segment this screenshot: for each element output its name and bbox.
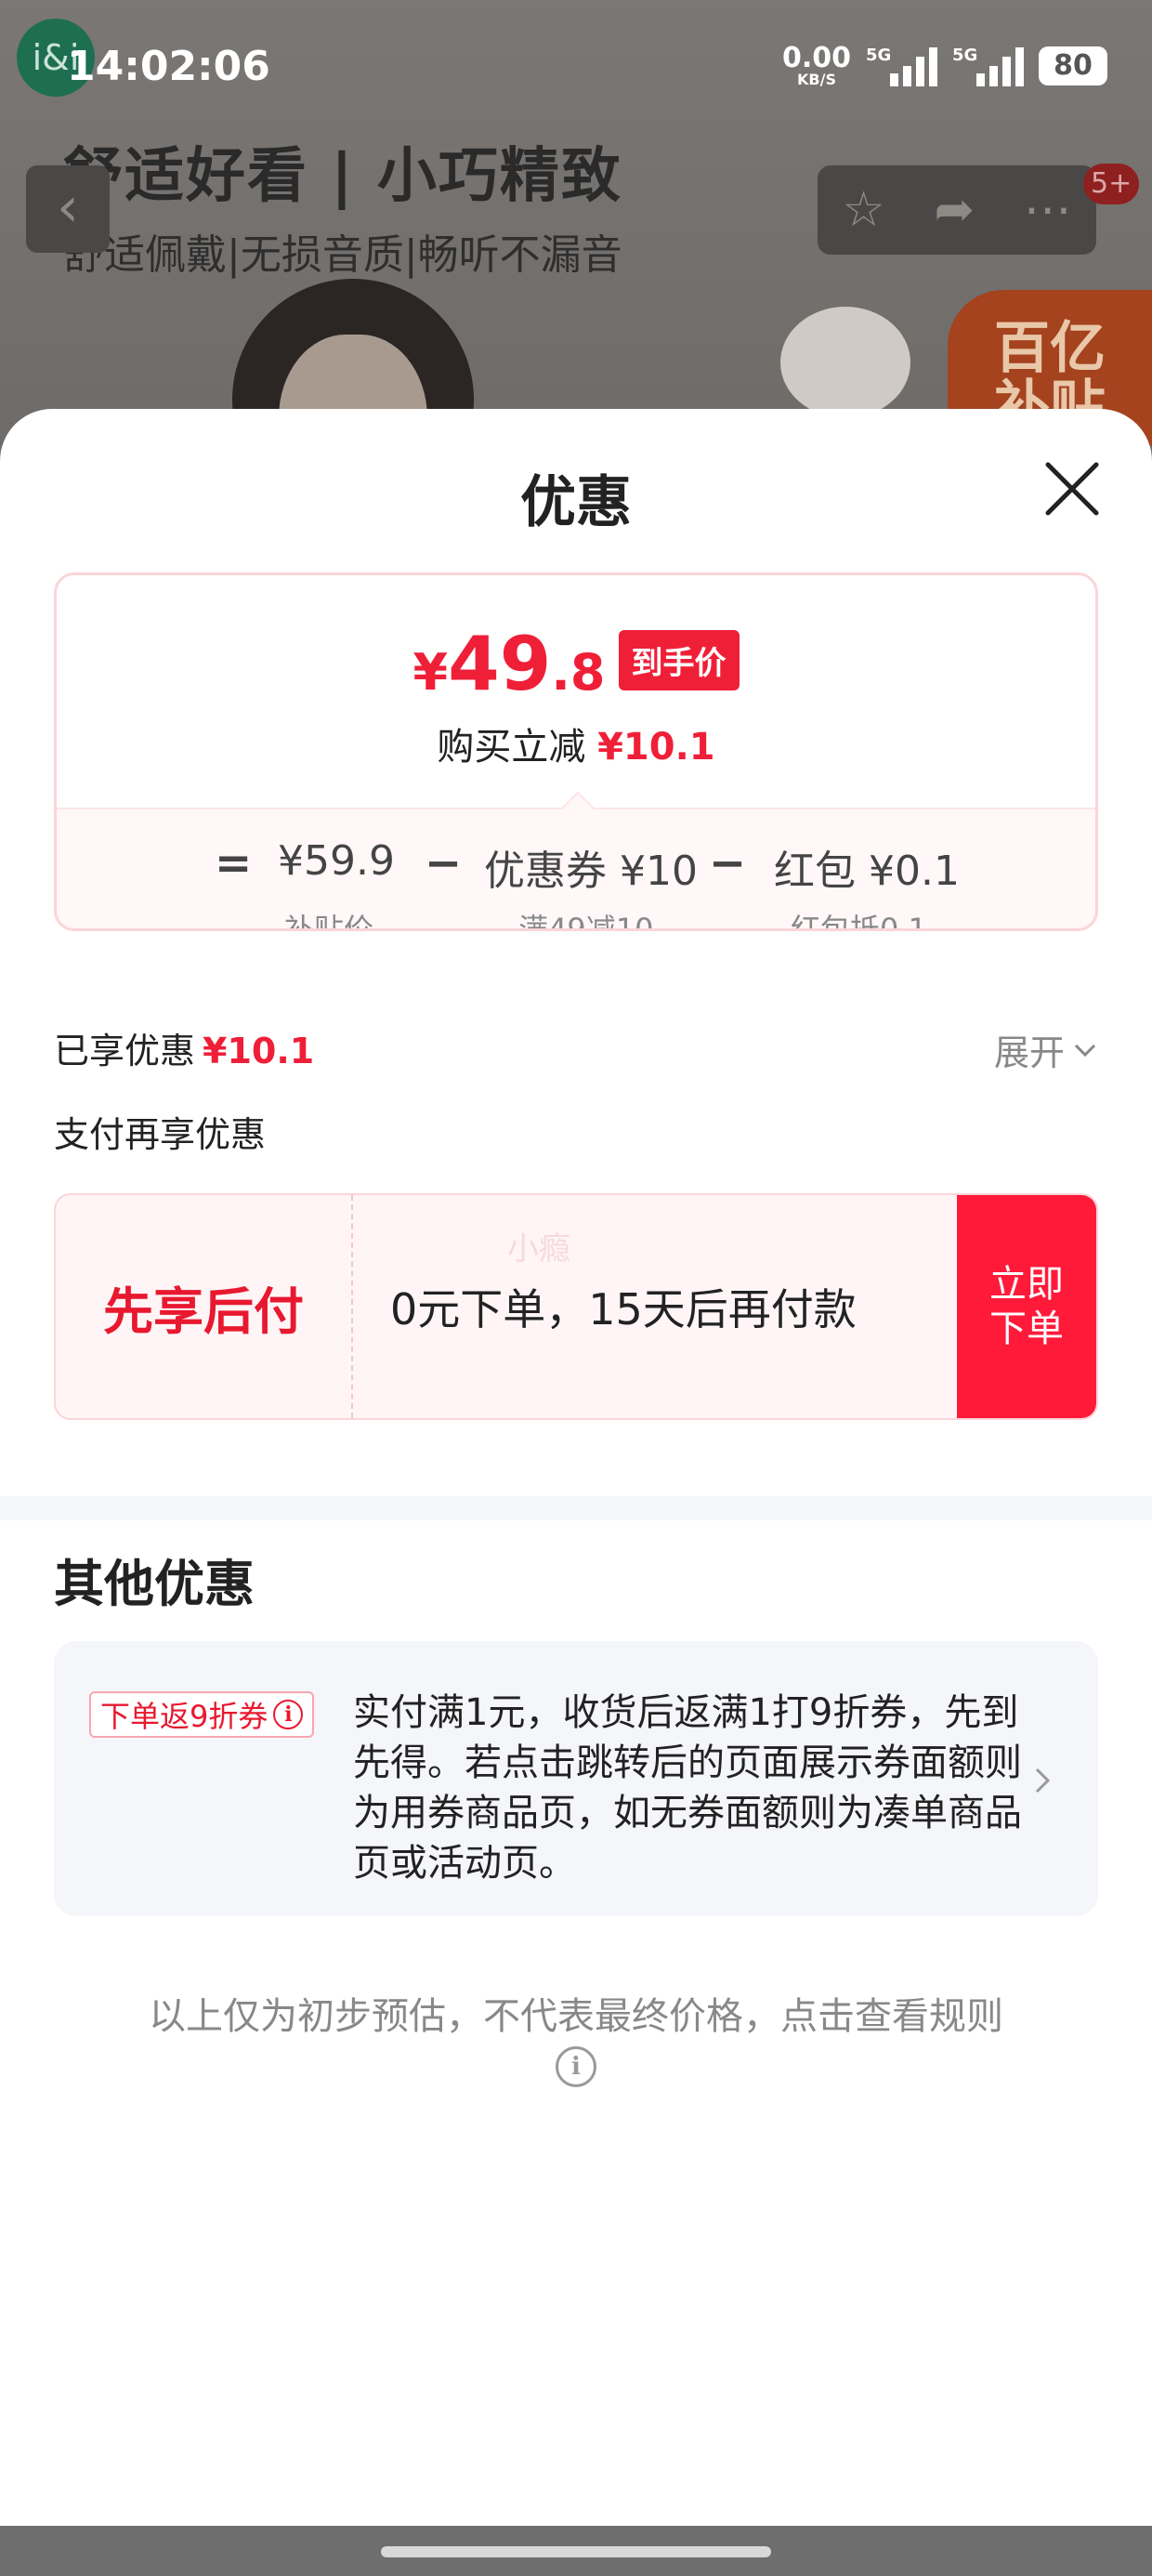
enjoyed-discount-label: 已享优惠 [54,1031,196,1071]
order-now-label: 立即 下单 [989,1263,1064,1350]
home-gesture-handle[interactable] [381,2546,771,2557]
signal-icon-sim2: 5G [952,46,1024,86]
coupon-label: 满49减10 [518,912,654,931]
info-icon[interactable]: i [273,1700,304,1729]
subsidy-price-label: 补贴价 [284,912,374,931]
buy-now-pay-later-card[interactable]: 先享后付 小瘾 0元下单，15天后再付款 立即 下单 [54,1193,1098,1420]
sim2-label: 5G [952,46,978,65]
bnpl-desc-text: 0元下单，15天后再付款 [390,1284,857,1334]
chevron-right-icon [1035,1768,1051,1794]
final-price-card: ¥49.8 到手价 购买立减 ¥10.1 = ¥59.9 补贴价 − 优惠券 ¥… [54,572,1098,931]
final-price-tag: 到手价 [618,630,740,690]
section-divider [0,1496,1152,1520]
status-bar: 14:02:06 0.00 KB/S 5G 5G 80 [0,0,1152,139]
rebate-coupon-chip[interactable]: 下单返9折券 i [89,1691,315,1738]
other-discounts-title: 其他优惠 [54,1555,255,1613]
earbud-image [780,307,910,418]
equals-sign: = [215,837,253,889]
status-time: 14:02:06 [67,43,270,90]
sheet-title: 优惠 [520,470,632,535]
star-icon[interactable]: ☆ [842,182,885,238]
subsidy-price-value: ¥59.9 [278,837,395,885]
minus-sign: − [425,837,463,889]
red-packet-label: 红包抵0.1 [791,912,927,931]
coupon-value: 优惠券 ¥10 [484,848,698,895]
price-disclaimer[interactable]: 以上仅为初步预估，不代表最终价格，点击查看规则 [0,1989,1152,2044]
page-toolbar: ☆ ➦ ⋯ [818,165,1096,255]
signal-icon-sim1: 5G [866,46,937,86]
instant-reduction-value: ¥10.1 [597,726,715,769]
share-icon[interactable]: ➦ [935,182,975,238]
minus-sign: − [709,837,747,889]
rebate-coupon-card[interactable]: 下单返9折券 i 实付满1元，收货后返满1打9折券，先到先得。若点击跳转后的页面… [54,1641,1098,1916]
final-price-summary: ¥49.8 到手价 购买立减 ¥10.1 [57,575,1095,808]
rebate-coupon-text: 实付满1元，收货后返满1打9折券，先到先得。若点击跳转后的页面展示券面额则为用券… [353,1691,1022,1885]
instant-reduction-label: 购买立减 [437,726,586,769]
close-icon[interactable] [1039,455,1106,522]
final-price: ¥49.8 [412,621,606,707]
bnpl-title: 先享后付 [56,1195,353,1418]
expand-button[interactable]: 展开 [994,1024,1098,1075]
expand-label: 展开 [993,1032,1065,1073]
red-packet-value: 红包 ¥0.1 [774,848,960,895]
enjoyed-discount-value: ¥10.1 [203,1031,315,1071]
price-breakdown: = ¥59.9 补贴价 − 优惠券 ¥10 满49减10 − 红包 ¥0.1 红… [57,791,1095,931]
chevron-down-icon [1074,1044,1096,1057]
status-indicators: 0.00 KB/S 5G 5G 80 [782,45,1107,87]
order-now-button[interactable]: 立即 下单 [957,1195,1096,1418]
info-icon[interactable]: i [556,2046,596,2087]
discount-sheet: 优惠 ¥49.8 到手价 购买立减 ¥10.1 = ¥59.9 补贴价 − 优惠… [0,409,1152,2526]
cart-count-badge: 5+ [1083,164,1140,204]
rebate-coupon-chip-label: 下单返9折券 [100,1699,268,1734]
network-speed-value: 0.00 [781,42,851,74]
battery-icon: 80 [1039,46,1107,85]
sim1-label: 5G [866,46,892,65]
product-headline: 舒适好看 | 小巧精致 [63,142,622,211]
back-button[interactable]: ‹ [26,165,110,253]
pay-again-title: 支付再享优惠 [54,1114,267,1155]
system-navigation-bar [0,2526,1152,2576]
network-speed: 0.00 KB/S [782,45,851,87]
bnpl-description: 小瘾 0元下单，15天后再付款 [353,1195,957,1418]
instant-reduction: 购买立减 ¥10.1 [57,716,1095,770]
enjoyed-discount: 已享优惠 ¥10.1 [54,1022,314,1073]
chevron-left-icon: ‹ [57,175,79,240]
product-subline: 舒适佩戴|无损音质|畅听不漏音 [63,231,622,279]
more-icon[interactable]: ⋯ [1024,182,1072,238]
network-speed-unit: KB/S [797,71,836,88]
bnpl-watermark: 小瘾 [507,1230,570,1268]
